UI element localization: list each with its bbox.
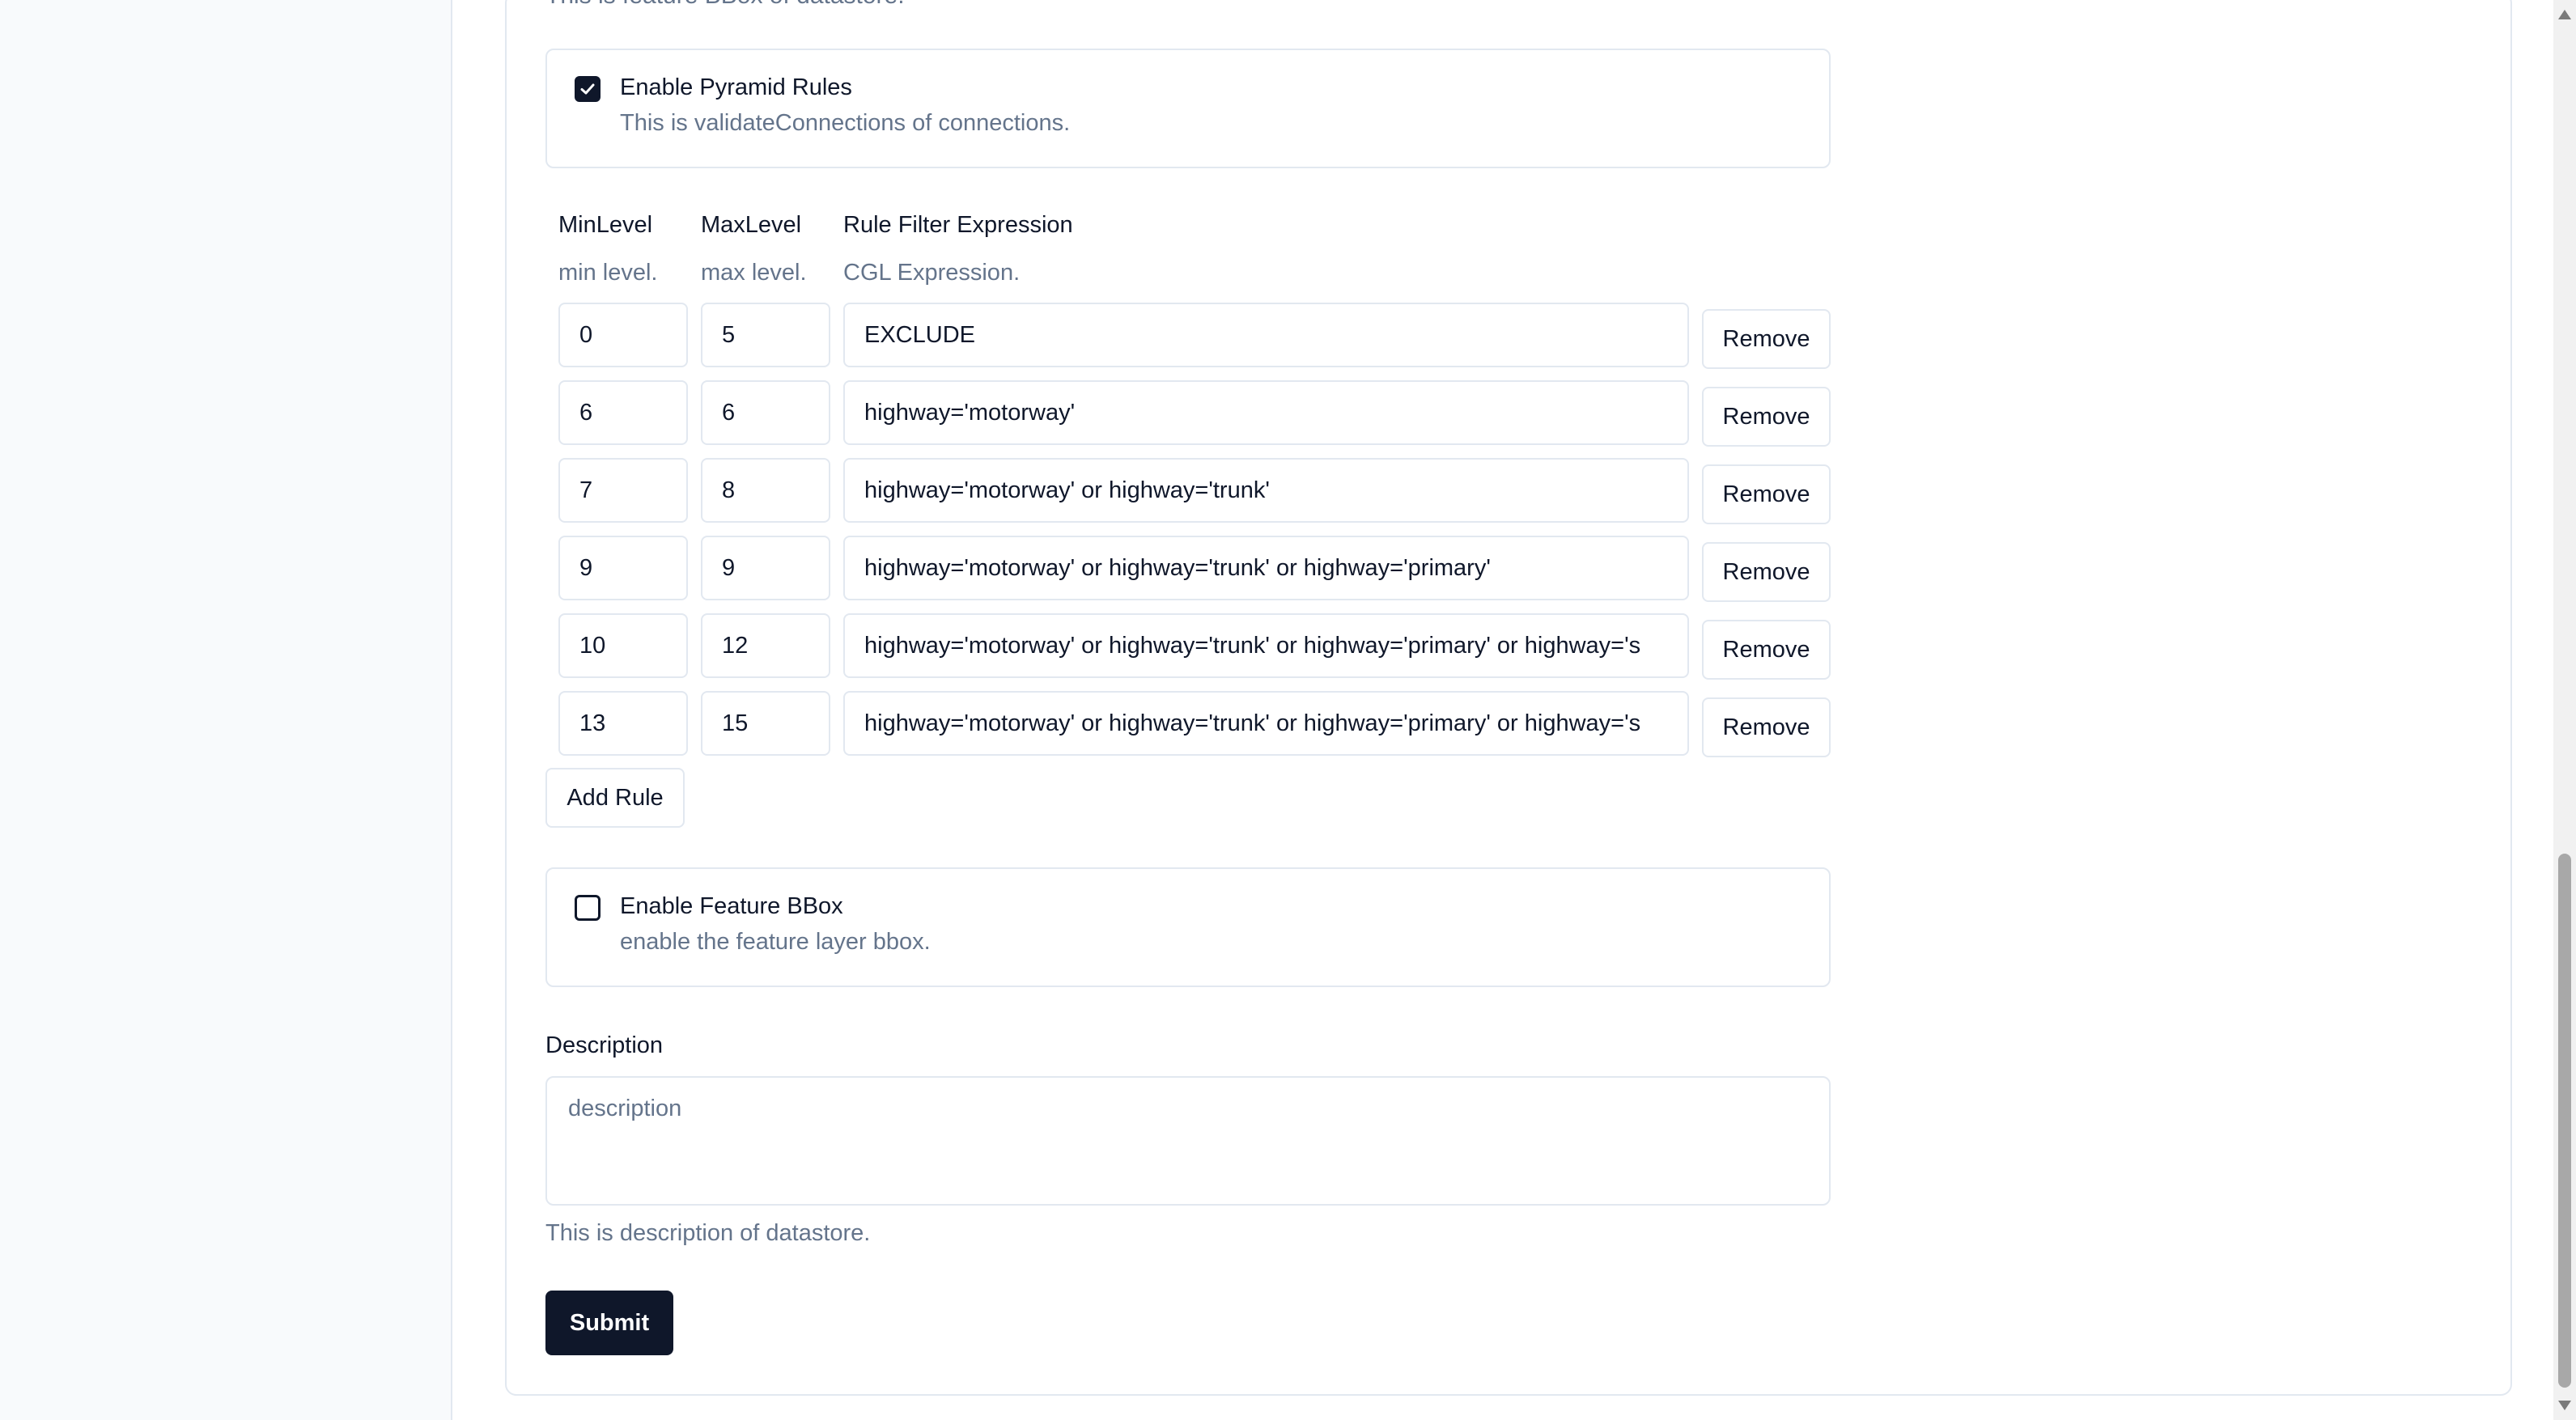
pyramid-rules-title: Enable Pyramid Rules bbox=[620, 74, 852, 100]
min-level-input[interactable]: 10 bbox=[558, 613, 688, 678]
description-textarea[interactable]: description bbox=[545, 1076, 1831, 1206]
column-header-maxlevel: MaxLevel bbox=[701, 212, 802, 238]
remove-rule-button[interactable]: Remove bbox=[1702, 464, 1831, 524]
expression-input[interactable]: highway='motorway' or highway='trunk' or… bbox=[843, 536, 1689, 600]
scrollbar[interactable] bbox=[2553, 0, 2576, 1420]
scroll-down-arrow-icon[interactable] bbox=[2558, 1401, 2571, 1410]
remove-rule-button[interactable]: Remove bbox=[1702, 309, 1831, 369]
expression-input[interactable]: highway='motorway' bbox=[843, 380, 1689, 445]
pyramid-rules-section: Enable Pyramid Rules This is validateCon… bbox=[545, 49, 1831, 168]
max-level-input[interactable]: 15 bbox=[701, 691, 830, 756]
add-rule-button[interactable]: Add Rule bbox=[545, 768, 685, 828]
sidebar bbox=[0, 0, 452, 1420]
max-level-input[interactable]: 6 bbox=[701, 380, 830, 445]
feature-bbox-section: Enable Feature BBox enable the feature l… bbox=[545, 867, 1831, 987]
max-level-input[interactable]: 8 bbox=[701, 458, 830, 523]
clipped-help-text: This is feature BBox of datastore. bbox=[545, 0, 905, 10]
submit-button[interactable]: Submit bbox=[545, 1291, 673, 1355]
remove-rule-button[interactable]: Remove bbox=[1702, 387, 1831, 447]
expression-input[interactable]: highway='motorway' or highway='trunk' or… bbox=[843, 691, 1689, 756]
min-level-input[interactable]: 0 bbox=[558, 303, 688, 367]
description-help: This is description of datastore. bbox=[545, 1220, 871, 1246]
description-label: Description bbox=[545, 1032, 664, 1058]
max-level-input[interactable]: 9 bbox=[701, 536, 830, 600]
feature-bbox-checkbox[interactable] bbox=[575, 895, 601, 921]
column-header-expression: Rule Filter Expression bbox=[843, 212, 1073, 238]
min-level-input[interactable]: 9 bbox=[558, 536, 688, 600]
column-desc-expression: CGL Expression. bbox=[843, 260, 1021, 286]
min-level-input[interactable]: 7 bbox=[558, 458, 688, 523]
feature-bbox-description: enable the feature layer bbox. bbox=[620, 929, 931, 955]
scroll-thumb[interactable] bbox=[2558, 854, 2571, 1388]
pyramid-rules-checkbox[interactable] bbox=[575, 76, 601, 102]
expression-input[interactable]: highway='motorway' or highway='trunk' bbox=[843, 458, 1689, 523]
expression-input[interactable]: highway='motorway' or highway='trunk' or… bbox=[843, 613, 1689, 678]
column-desc-minlevel: min level. bbox=[558, 260, 658, 286]
check-icon bbox=[580, 83, 595, 95]
max-level-input[interactable]: 5 bbox=[701, 303, 830, 367]
remove-rule-button[interactable]: Remove bbox=[1702, 697, 1831, 757]
remove-rule-button[interactable]: Remove bbox=[1702, 542, 1831, 602]
min-level-input[interactable]: 13 bbox=[558, 691, 688, 756]
column-header-minlevel: MinLevel bbox=[558, 212, 653, 238]
max-level-input[interactable]: 12 bbox=[701, 613, 830, 678]
remove-rule-button[interactable]: Remove bbox=[1702, 620, 1831, 680]
scroll-up-arrow-icon[interactable] bbox=[2558, 10, 2571, 19]
pyramid-rules-description: This is validateConnections of connectio… bbox=[620, 110, 1071, 136]
page: This is feature BBox of datastore. Enabl… bbox=[0, 0, 2576, 1420]
feature-bbox-title: Enable Feature BBox bbox=[620, 893, 843, 919]
column-desc-maxlevel: max level. bbox=[701, 260, 807, 286]
min-level-input[interactable]: 6 bbox=[558, 380, 688, 445]
expression-input[interactable]: EXCLUDE bbox=[843, 303, 1689, 367]
